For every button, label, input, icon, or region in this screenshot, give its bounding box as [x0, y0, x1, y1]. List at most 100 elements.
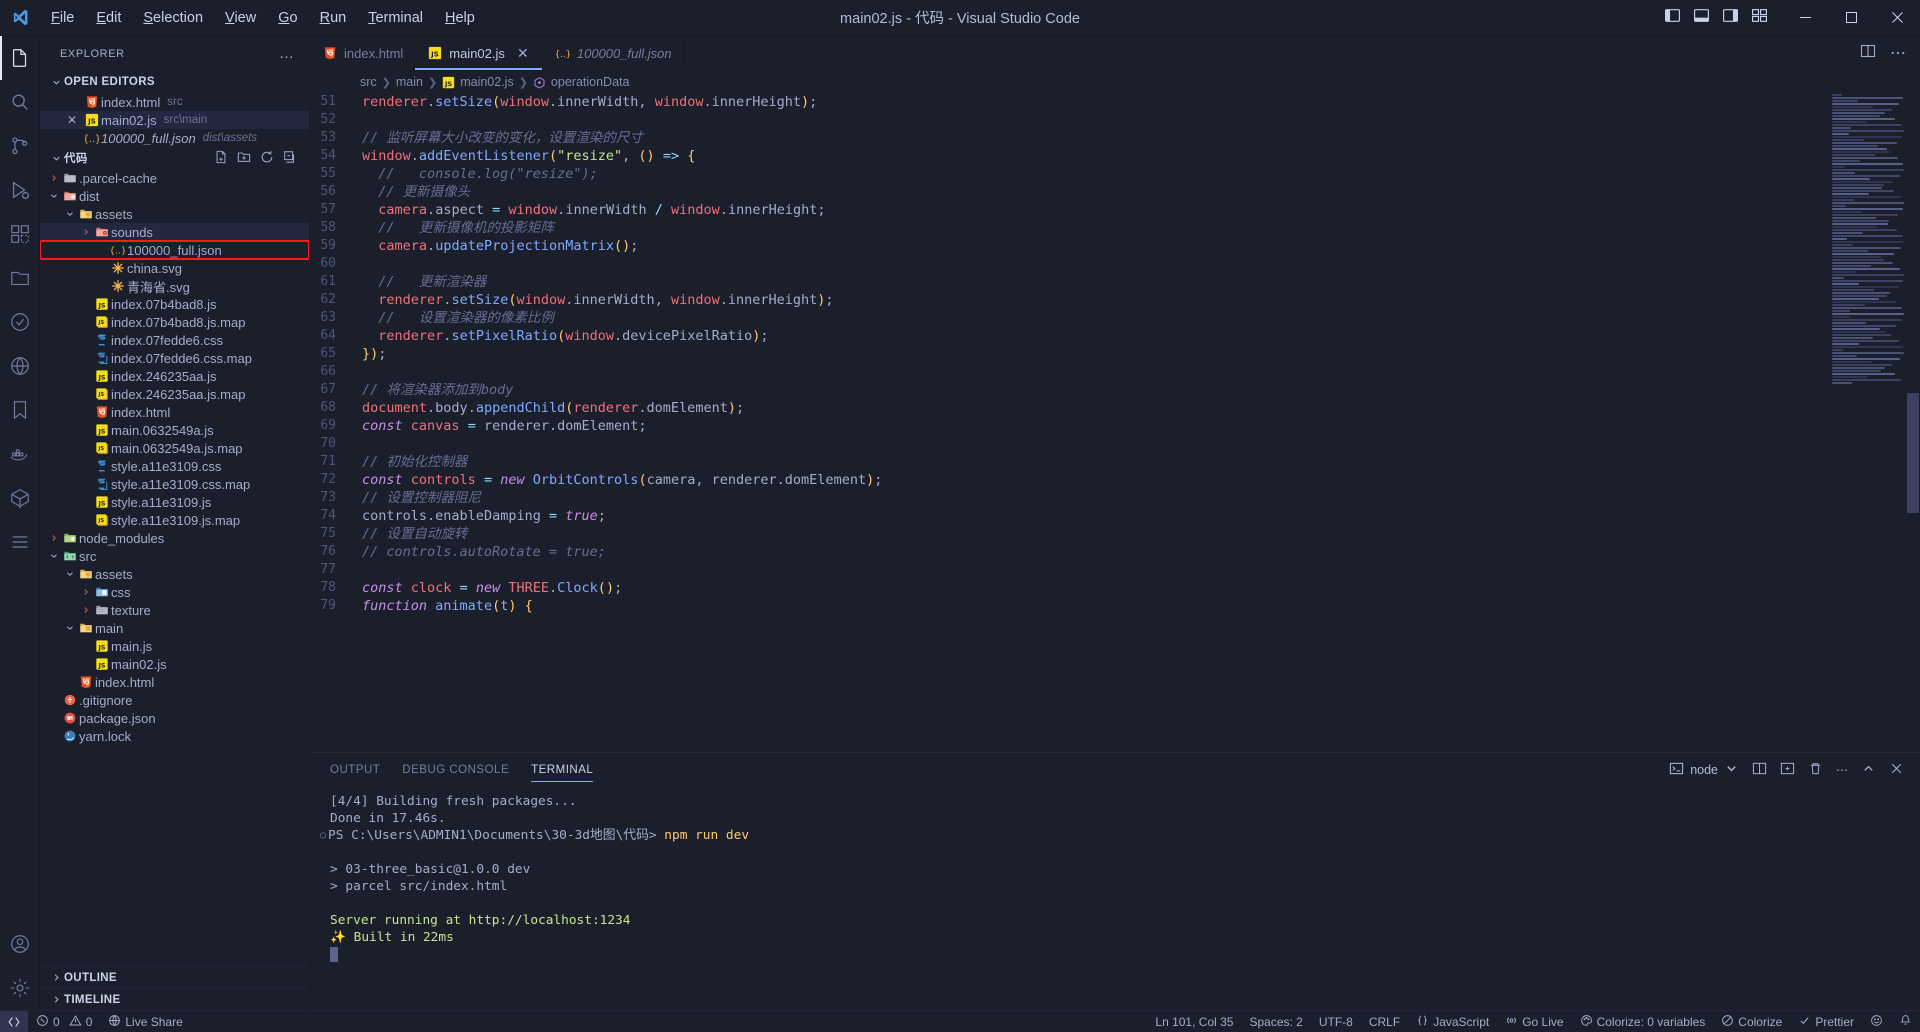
activity-search[interactable]: [0, 80, 40, 124]
tree-file-row[interactable]: index.html: [40, 403, 309, 421]
tree-folder-row[interactable]: src: [40, 547, 309, 565]
status-indentation[interactable]: Spaces: 2: [1241, 1011, 1310, 1032]
status-colorize-variables[interactable]: Colorize: 0 variables: [1572, 1011, 1714, 1032]
tab-main02-js[interactable]: JS main02.js ✕: [415, 36, 543, 70]
tree-folder-row[interactable]: main: [40, 619, 309, 637]
tree-folder-row[interactable]: dist: [40, 187, 309, 205]
tree-file-row[interactable]: .gitignore: [40, 691, 309, 709]
editor-more-actions-icon[interactable]: ⋯: [1890, 43, 1906, 63]
tree-file-row[interactable]: index.html: [40, 673, 309, 691]
tree-folder-row[interactable]: assets: [40, 565, 309, 583]
tab-100000-full-json[interactable]: {..} 100000_full.json: [542, 36, 684, 70]
new-folder-icon[interactable]: [237, 150, 251, 167]
tree-file-row[interactable]: JS main.js: [40, 637, 309, 655]
breadcrumb-item-main02-js[interactable]: JS main02.js: [442, 75, 514, 89]
code-line[interactable]: 57 camera.aspect = window.innerWidth / w…: [310, 201, 1826, 219]
tree-file-row[interactable]: JS index.07b4bad8.js: [40, 295, 309, 313]
chevron-down-icon[interactable]: [1724, 761, 1739, 779]
status-prettier[interactable]: Prettier: [1790, 1011, 1862, 1032]
code-line[interactable]: 79 function animate(t) {: [310, 597, 1826, 615]
terminal-output[interactable]: [4/4] Building fresh packages... Done in …: [310, 787, 1920, 1010]
panel-more-actions-icon[interactable]: ⋯: [1836, 763, 1848, 777]
chevron-up-icon[interactable]: [1861, 761, 1876, 779]
tree-file-row[interactable]: index.07fedde6.css.map: [40, 349, 309, 367]
status-eol[interactable]: CRLF: [1361, 1011, 1408, 1032]
tree-folder-row[interactable]: assets: [40, 205, 309, 223]
tree-file-row[interactable]: JS style.a11e3109.js: [40, 493, 309, 511]
code-line[interactable]: 70: [310, 435, 1826, 453]
status-cursor-position[interactable]: Ln 101, Col 35: [1147, 1011, 1241, 1032]
code-line[interactable]: 71 // 初始化控制器: [310, 453, 1826, 471]
toggle-secondary-sidebar-icon[interactable]: [1722, 7, 1739, 29]
activity-bookmarks[interactable]: [0, 388, 40, 432]
tree-file-row[interactable]: {..}100000_full.json: [40, 240, 309, 260]
status-feedback[interactable]: [1862, 1011, 1891, 1032]
code-line[interactable]: 56 // 更新摄像头: [310, 183, 1826, 201]
code-line[interactable]: 59 camera.updateProjectionMatrix();: [310, 237, 1826, 255]
code-line[interactable]: 67 // 将渲染器添加到body: [310, 381, 1826, 399]
tree-file-row[interactable]: 青海省.svg: [40, 277, 309, 295]
tab-close-icon[interactable]: ✕: [515, 45, 531, 62]
open-editor-item[interactable]: ✕ JS main02.js src\main: [40, 111, 309, 129]
tree-file-row[interactable]: JS style.a11e3109.js.map: [40, 511, 309, 529]
activity-explorer[interactable]: [0, 36, 40, 80]
code-line[interactable]: 77: [310, 561, 1826, 579]
tree-file-row[interactable]: JS index.07b4bad8.js.map: [40, 313, 309, 331]
code-line[interactable]: 63 // 设置渲染器的像素比例: [310, 309, 1826, 327]
editor-vertical-scrollbar[interactable]: [1906, 93, 1920, 752]
status-notifications[interactable]: [1891, 1011, 1920, 1032]
menu-go[interactable]: Go: [268, 6, 307, 30]
refresh-icon[interactable]: [260, 150, 274, 167]
code-line[interactable]: 74 controls.enableDamping = true;: [310, 507, 1826, 525]
status-colorize[interactable]: Colorize: [1713, 1011, 1790, 1032]
menu-help[interactable]: Help: [435, 6, 485, 30]
tab-terminal[interactable]: TERMINAL: [531, 753, 594, 787]
code-line[interactable]: 51 renderer.setSize(window.innerWidth, wi…: [310, 93, 1826, 111]
open-editor-item[interactable]: index.html src: [40, 93, 309, 111]
menu-edit[interactable]: Edit: [86, 6, 131, 30]
status-encoding[interactable]: UTF-8: [1311, 1011, 1361, 1032]
minimize-button[interactable]: [1782, 0, 1828, 36]
status-errors-warnings[interactable]: 0 0: [28, 1011, 100, 1032]
activity-testing[interactable]: [0, 300, 40, 344]
tree-file-row[interactable]: JS main.0632549a.js: [40, 421, 309, 439]
code-line[interactable]: 52: [310, 111, 1826, 129]
code-line[interactable]: 55 // console.log("resize");: [310, 165, 1826, 183]
tab-index-html[interactable]: index.html: [310, 36, 416, 70]
workspace-section-header[interactable]: 代码: [40, 147, 309, 169]
collapse-all-icon[interactable]: [283, 150, 297, 167]
activity-live-share[interactable]: [0, 344, 40, 388]
code-line[interactable]: 72 const controls = new OrbitControls(cam…: [310, 471, 1826, 489]
tree-file-row[interactable]: index.07fedde6.css: [40, 331, 309, 349]
close-button[interactable]: [1874, 0, 1920, 36]
code-line[interactable]: 60: [310, 255, 1826, 273]
tree-folder-row[interactable]: css: [40, 583, 309, 601]
status-live-share[interactable]: Live Share: [100, 1011, 190, 1032]
close-panel-icon[interactable]: [1889, 761, 1904, 779]
activity-remote-explorer[interactable]: [0, 256, 40, 300]
code-line[interactable]: 73 // 设置控制器阻尼: [310, 489, 1826, 507]
menu-run[interactable]: Run: [310, 6, 357, 30]
activity-todo-tree[interactable]: [0, 520, 40, 564]
tree-file-row[interactable]: JS main02.js: [40, 655, 309, 673]
tree-file-row[interactable]: china.svg: [40, 259, 309, 277]
customize-layout-icon[interactable]: [1751, 7, 1768, 29]
tree-file-row[interactable]: style.a11e3109.css: [40, 457, 309, 475]
menu-terminal[interactable]: Terminal: [358, 6, 433, 30]
code-line[interactable]: 53 // 监听屏幕大小改变的变化，设置渲染的尺寸: [310, 129, 1826, 147]
tree-file-row[interactable]: JS index.246235aa.js: [40, 367, 309, 385]
activity-accounts[interactable]: [0, 922, 40, 966]
code-line[interactable]: 64 renderer.setPixelRatio(window.deviceP…: [310, 327, 1826, 345]
code-line[interactable]: 65});: [310, 345, 1826, 363]
breadcrumb-item-src[interactable]: src: [360, 75, 377, 89]
status-language-mode[interactable]: JavaScript: [1408, 1011, 1497, 1032]
terminal-shell-selector[interactable]: node: [1669, 761, 1739, 779]
code-line[interactable]: 78 const clock = new THREE.Clock();: [310, 579, 1826, 597]
menu-file[interactable]: File: [41, 6, 84, 30]
close-icon[interactable]: ✕: [62, 113, 82, 127]
code-line[interactable]: 68 document.body.appendChild(renderer.dom…: [310, 399, 1826, 417]
outline-panel-header[interactable]: OUTLINE: [40, 966, 309, 988]
sidebar-more-actions-icon[interactable]: …: [279, 45, 301, 62]
activity-extensions[interactable]: [0, 212, 40, 256]
tree-file-row[interactable]: yarn.lock: [40, 727, 309, 745]
